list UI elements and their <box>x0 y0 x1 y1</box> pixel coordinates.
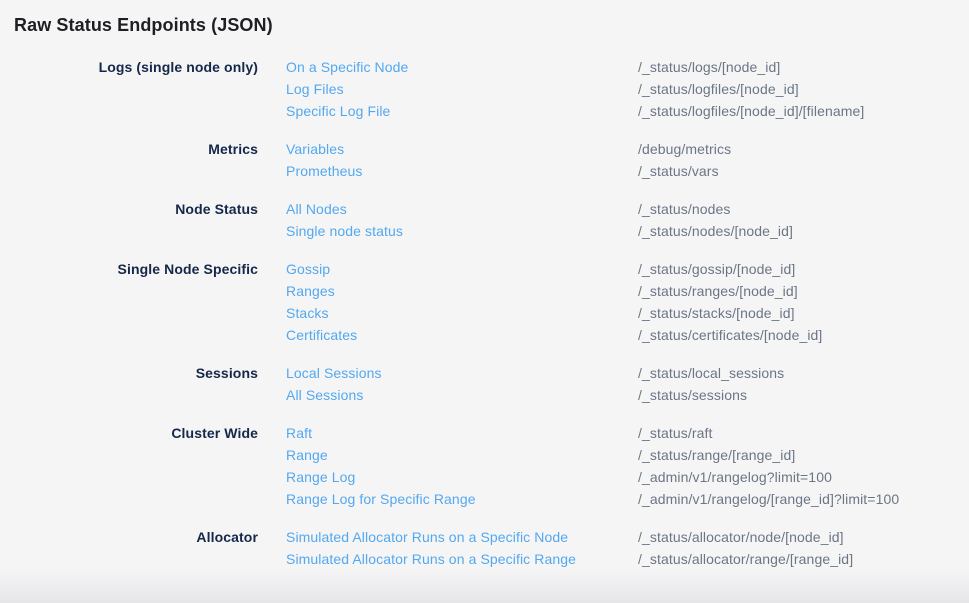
paths-column: /_status/nodes/_status/nodes/[node_id] <box>638 198 969 242</box>
endpoint-path: /debug/metrics <box>638 138 969 160</box>
endpoint-path: /_status/sessions <box>638 384 969 406</box>
endpoint-link[interactable]: Certificates <box>286 324 357 346</box>
links-column: GossipRangesStacksCertificates <box>258 258 638 346</box>
endpoint-link[interactable]: Single node status <box>286 220 403 242</box>
endpoint-path: /_status/allocator/node/[node_id] <box>638 526 969 548</box>
category-label: Logs (single node only) <box>0 56 258 122</box>
endpoint-path: /_status/local_sessions <box>638 362 969 384</box>
endpoint-path: /_status/certificates/[node_id] <box>638 324 969 346</box>
endpoint-link[interactable]: Range Log <box>286 466 355 488</box>
links-column: Local SessionsAll Sessions <box>258 362 638 406</box>
endpoint-path: /_status/logs/[node_id] <box>638 56 969 78</box>
footer-fade <box>0 569 969 603</box>
endpoint-path: /_status/ranges/[node_id] <box>638 280 969 302</box>
endpoint-section: Node Status All NodesSingle node status … <box>0 198 969 242</box>
paths-column: /_status/raft/_status/range/[range_id]/_… <box>638 422 969 510</box>
endpoint-path: /_status/stacks/[node_id] <box>638 302 969 324</box>
endpoint-link[interactable]: Stacks <box>286 302 329 324</box>
endpoint-link[interactable]: Range <box>286 444 328 466</box>
endpoint-link[interactable]: Prometheus <box>286 160 362 182</box>
page-title: Raw Status Endpoints (JSON) <box>0 0 969 36</box>
endpoint-section: Sessions Local SessionsAll Sessions /_st… <box>0 362 969 406</box>
endpoint-link[interactable]: All Nodes <box>286 198 347 220</box>
category-label: Node Status <box>0 198 258 242</box>
endpoint-path: /_status/range/[range_id] <box>638 444 969 466</box>
endpoint-link[interactable]: Ranges <box>286 280 335 302</box>
paths-column: /debug/metrics/_status/vars <box>638 138 969 182</box>
paths-column: /_status/gossip/[node_id]/_status/ranges… <box>638 258 969 346</box>
endpoint-path: /_status/nodes/[node_id] <box>638 220 969 242</box>
endpoint-link[interactable]: Simulated Allocator Runs on a Specific R… <box>286 548 576 570</box>
category-label: Allocator <box>0 526 258 570</box>
links-column: VariablesPrometheus <box>258 138 638 182</box>
endpoint-path: /_admin/v1/rangelog?limit=100 <box>638 466 969 488</box>
endpoints-table: Logs (single node only) On a Specific No… <box>0 56 969 570</box>
links-column: On a Specific NodeLog FilesSpecific Log … <box>258 56 638 122</box>
category-label: Sessions <box>0 362 258 406</box>
endpoint-section: Allocator Simulated Allocator Runs on a … <box>0 526 969 570</box>
endpoint-link[interactable]: Local Sessions <box>286 362 382 384</box>
endpoint-path: /_status/logfiles/[node_id] <box>638 78 969 100</box>
endpoint-link[interactable]: Log Files <box>286 78 344 100</box>
endpoint-path: /_status/raft <box>638 422 969 444</box>
endpoint-section: Single Node Specific GossipRangesStacksC… <box>0 258 969 346</box>
endpoint-link[interactable]: Raft <box>286 422 312 444</box>
endpoint-link[interactable]: On a Specific Node <box>286 56 408 78</box>
links-column: All NodesSingle node status <box>258 198 638 242</box>
endpoint-path: /_status/gossip/[node_id] <box>638 258 969 280</box>
category-label: Cluster Wide <box>0 422 258 510</box>
paths-column: /_status/logs/[node_id]/_status/logfiles… <box>638 56 969 122</box>
endpoint-section: Logs (single node only) On a Specific No… <box>0 56 969 122</box>
endpoint-section: Metrics VariablesPrometheus /debug/metri… <box>0 138 969 182</box>
paths-column: /_status/allocator/node/[node_id]/_statu… <box>638 526 969 570</box>
category-label: Metrics <box>0 138 258 182</box>
links-column: RaftRangeRange LogRange Log for Specific… <box>258 422 638 510</box>
endpoint-path: /_status/vars <box>638 160 969 182</box>
links-column: Simulated Allocator Runs on a Specific N… <box>258 526 638 570</box>
endpoint-section: Cluster Wide RaftRangeRange LogRange Log… <box>0 422 969 510</box>
endpoint-link[interactable]: Variables <box>286 138 344 160</box>
endpoint-path: /_admin/v1/rangelog/[range_id]?limit=100 <box>638 488 969 510</box>
endpoint-link[interactable]: Specific Log File <box>286 100 390 122</box>
endpoint-link[interactable]: Simulated Allocator Runs on a Specific N… <box>286 526 568 548</box>
paths-column: /_status/local_sessions/_status/sessions <box>638 362 969 406</box>
endpoint-path: /_status/nodes <box>638 198 969 220</box>
endpoint-link[interactable]: Gossip <box>286 258 330 280</box>
endpoint-link[interactable]: Range Log for Specific Range <box>286 488 476 510</box>
endpoint-path: /_status/allocator/range/[range_id] <box>638 548 969 570</box>
category-label: Single Node Specific <box>0 258 258 346</box>
endpoint-link[interactable]: All Sessions <box>286 384 363 406</box>
endpoint-path: /_status/logfiles/[node_id]/[filename] <box>638 100 969 122</box>
